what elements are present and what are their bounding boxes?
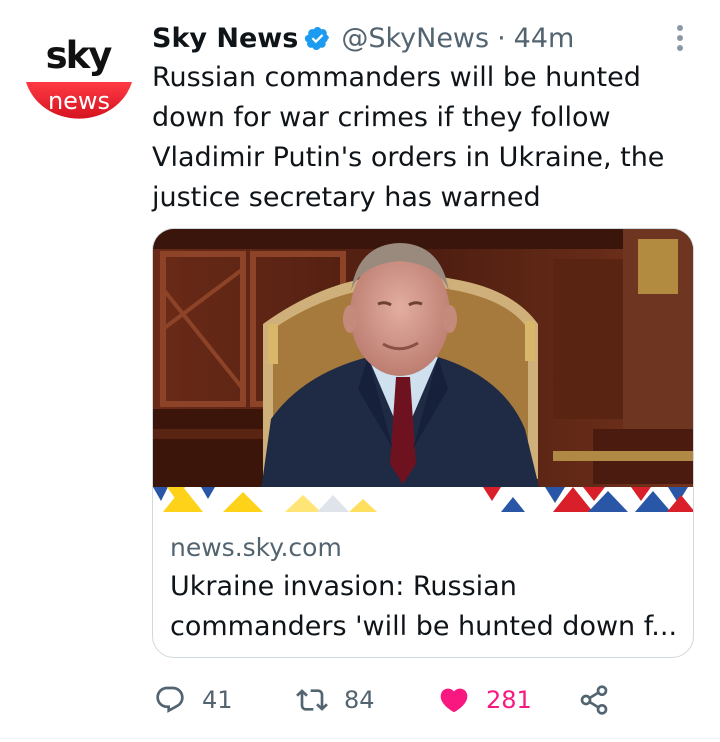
card-title: Ukraine invasion: Russian commanders 'wi… [170,571,678,642]
avatar-brand-sky: sky [46,34,113,77]
tweet-timestamp[interactable]: 44m [514,23,575,54]
retweet-icon [296,689,328,711]
tweet-header: Sky News @SkyNews · 44m [152,18,574,58]
like-button[interactable]: 281 [438,680,532,720]
like-count: 281 [486,686,532,714]
author-handle[interactable]: @SkyNews [341,23,489,54]
tweet[interactable]: sky news Sky News @SkyNews · 44m Russian… [0,0,720,742]
link-card[interactable]: news.sky.com Ukraine invasion: Russian c… [152,228,694,658]
avatar-brand-news: news [48,87,110,115]
card-image[interactable] [153,229,694,512]
more-vertical-icon[interactable] [672,24,688,52]
author-name[interactable]: Sky News [152,23,298,54]
card-domain: news.sky.com [170,533,342,562]
verified-badge-icon [305,26,330,50]
tweet-text: Russian commanders will be hunted down f… [152,62,665,213]
avatar[interactable]: sky news [22,30,136,136]
reply-count: 41 [202,686,233,714]
reply-icon [156,686,184,713]
retweet-count: 84 [344,686,375,714]
header-separator: · [497,22,506,54]
action-bar: 41 84 281 [0,680,720,720]
heart-icon [440,688,468,713]
share-icon [580,685,608,715]
retweet-button[interactable]: 84 [296,680,375,720]
reply-button[interactable]: 41 [154,680,233,720]
divider [0,738,720,739]
share-button[interactable] [578,680,610,720]
